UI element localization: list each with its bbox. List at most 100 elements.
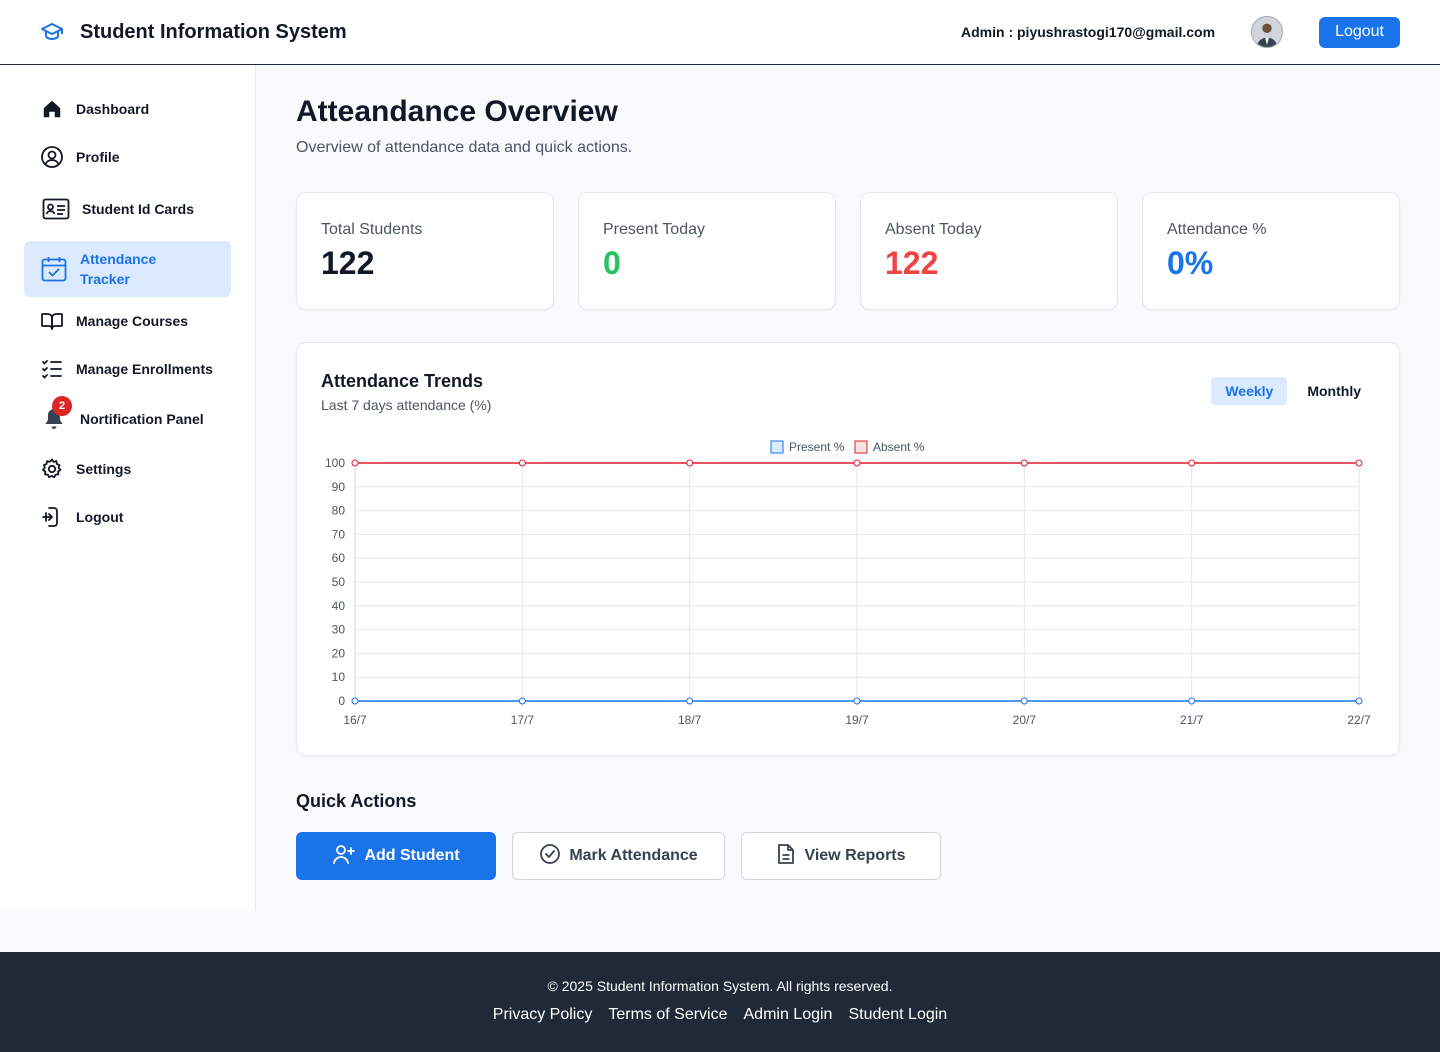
brand[interactable]: Student Information System (40, 20, 347, 44)
page-title: Atteandance Overview (296, 95, 618, 128)
sidebar-item-label: Profile (76, 149, 120, 165)
sidebar-item-label: Student Id Cards (82, 201, 195, 217)
quick-actions-row: Add Student Mark Attendance View Reports (296, 832, 941, 880)
sidebar-item-label: Manage Courses (76, 313, 189, 329)
checklist-icon (40, 357, 64, 381)
x-tick-label: 22/7 (1347, 713, 1371, 727)
y-tick-label: 0 (338, 694, 345, 708)
x-tick-label: 16/7 (343, 713, 367, 727)
stat-label: Present Today (603, 221, 705, 238)
data-point-absent (686, 459, 694, 467)
mark-attendance-button[interactable]: Mark Attendance (512, 832, 725, 880)
copyright-text: © 2025 Student Information System. All r… (547, 978, 893, 994)
data-point-absent (853, 459, 861, 467)
sidebar-item-profile[interactable]: Profile (24, 137, 231, 177)
mark-attendance-label: Mark Attendance (569, 847, 698, 864)
stat-card-absent-today: Absent Today 122 (860, 192, 1118, 310)
sidebar-item-label: Dashboard (76, 101, 150, 117)
x-tick-label: 19/7 (845, 713, 869, 727)
id-card-icon (42, 197, 70, 221)
sidebar-item-settings[interactable]: Settings (24, 449, 231, 489)
data-point-absent (1355, 459, 1363, 467)
gear-icon (40, 457, 64, 481)
sidebar-item-manage-enrollments[interactable]: Manage Enrollments (24, 349, 231, 389)
y-tick-label: 50 (332, 575, 346, 589)
user-plus-icon (332, 843, 356, 870)
attendance-line-chart: 0 10 20 30 40 50 60 70 80 90 100 16/7 17/7 18/7 19/7 20… (325, 440, 1371, 727)
sidebar-item-attendance-tracker[interactable]: Attendance Tracker (24, 241, 231, 297)
data-point-absent (518, 459, 526, 467)
legend-swatch (770, 440, 784, 454)
sidebar: Dashboard Profile Student Id Cards Atten… (0, 65, 256, 910)
sidebar-item-label: Nortification Panel (80, 411, 204, 427)
sidebar-item-label: Settings (76, 461, 132, 477)
calendar-check-icon (40, 255, 68, 283)
footer: © 2025 Student Information System. All r… (0, 952, 1440, 1052)
footer-link-terms-of-service[interactable]: Terms of Service (608, 1006, 727, 1024)
y-tick-label: 70 (332, 527, 346, 541)
sidebar-item-label: Manage Enrollments (76, 361, 213, 377)
header-logout-button[interactable]: Logout (1319, 16, 1400, 48)
x-tick-label: 21/7 (1180, 713, 1204, 727)
top-header: Student Information System Admin : piyus… (0, 0, 1440, 65)
sidebar-item-student-id-cards[interactable]: Student Id Cards (24, 189, 231, 229)
footer-link-student-login[interactable]: Student Login (848, 1006, 947, 1024)
data-point-present (518, 697, 526, 705)
footer-link-admin-login[interactable]: Admin Login (744, 1006, 833, 1024)
data-point-absent (1188, 459, 1196, 467)
home-icon (40, 97, 64, 121)
sidebar-item-manage-courses[interactable]: Manage Courses (24, 301, 231, 341)
stat-label: Absent Today (885, 221, 982, 238)
legend-swatch (854, 440, 868, 454)
sidebar-item-label: Attendance Tracker (80, 251, 157, 287)
graduation-cap-icon (40, 20, 64, 44)
check-circle-icon (539, 843, 561, 870)
data-point-absent (351, 459, 359, 467)
app-title: Student Information System (80, 20, 347, 43)
stat-card-attendance-percent: Attendance % 0% (1142, 192, 1400, 310)
add-student-button[interactable]: Add Student (296, 832, 496, 880)
data-point-absent (1020, 459, 1028, 467)
data-point-present (1020, 697, 1028, 705)
stat-card-present-today: Present Today 0 (578, 192, 836, 310)
stat-value: 0 (603, 245, 621, 281)
stats-row: Total Students 122 Present Today 0 Absen… (296, 192, 1400, 310)
y-tick-label: 30 (332, 623, 346, 637)
document-icon (776, 843, 796, 870)
admin-email-label: Admin : piyushrastogi170@gmail.com (961, 24, 1216, 40)
logout-icon (40, 505, 64, 529)
y-tick-label: 90 (332, 480, 346, 494)
stat-label: Total Students (321, 221, 423, 238)
book-open-icon (40, 309, 64, 333)
y-tick-label: 60 (332, 551, 346, 565)
quick-actions-title: Quick Actions (296, 791, 417, 811)
stat-label: Attendance % (1167, 221, 1267, 238)
page-subtitle: Overview of attendance data and quick ac… (296, 139, 633, 156)
sidebar-item-logout[interactable]: Logout (24, 497, 231, 537)
view-reports-button[interactable]: View Reports (741, 832, 941, 880)
legend-label: Present % (789, 440, 845, 454)
y-tick-label: 10 (332, 670, 346, 684)
sidebar-item-label: Logout (76, 509, 124, 525)
sidebar-item-notification-panel[interactable]: 2 Nortification Panel (24, 396, 231, 439)
notification-badge: 2 (52, 396, 72, 416)
data-point-present (686, 697, 694, 705)
sidebar-item-dashboard[interactable]: Dashboard (24, 89, 231, 129)
footer-link-privacy-policy[interactable]: Privacy Policy (493, 1006, 593, 1024)
footer-links: Privacy Policy Terms of Service Admin Lo… (0, 1006, 1440, 1024)
y-tick-label: 40 (332, 599, 346, 613)
user-circle-icon (40, 145, 64, 169)
data-point-present (351, 697, 359, 705)
view-reports-label: View Reports (804, 847, 906, 864)
y-tick-label: 80 (332, 504, 346, 518)
add-student-label: Add Student (364, 847, 460, 864)
x-tick-label: 18/7 (678, 713, 702, 727)
avatar[interactable] (1251, 16, 1284, 48)
stat-value: 122 (321, 245, 375, 281)
legend-label: Absent % (873, 440, 925, 454)
data-point-present (1355, 697, 1363, 705)
stat-value: 0% (1167, 245, 1214, 281)
x-tick-label: 17/7 (511, 713, 535, 727)
y-tick-label: 20 (332, 646, 346, 660)
data-point-present (853, 697, 861, 705)
